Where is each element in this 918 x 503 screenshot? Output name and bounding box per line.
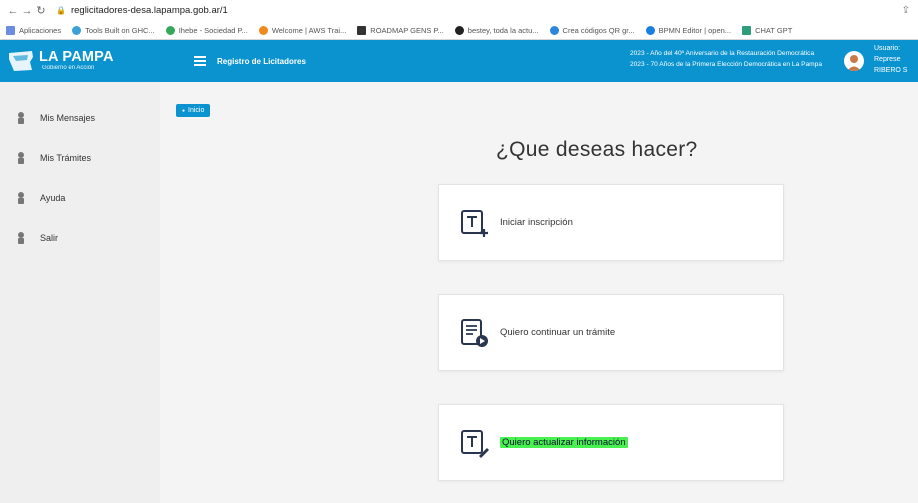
app-header: LA PAMPA Gobierno en Acción Registro de … [0,40,918,82]
card-label: Quiero continuar un trámite [500,327,616,338]
logo-title: LA PAMPA [39,49,114,65]
sidebar-item-label: Salir [40,233,59,243]
file-continue-icon [461,318,488,347]
bookmark-ihebe[interactable]: Ihebe - Sociedad P... [165,25,248,35]
bookmark-aws[interactable]: Welcome | AWS Trai... [258,25,346,35]
lock-icon: 🔒 [56,6,66,15]
sidebar-item-salir[interactable]: Salir [0,218,160,258]
card-continuar-tramite[interactable]: Quiero continuar un trámite [438,294,784,371]
app-title: Registro de Licitadores [217,56,306,66]
logo-subtitle: Gobierno en Acción [42,65,95,71]
bookmark-bestey[interactable]: bestey, toda la actu... [454,25,539,35]
user-info[interactable]: Usuario: Represe RIBERO S [874,43,918,76]
user-name: RIBERO S [874,67,908,74]
card-actualizar-informacion[interactable]: Quiero actualizar información [438,404,784,481]
sidebar-item-ayuda[interactable]: Ayuda [0,178,160,218]
announcement-line-2: 2023 - 70 Años de la Primera Elección De… [629,61,822,68]
bookmark-roadmap[interactable]: ROADMAP GENS P... [357,25,444,35]
user-pin-icon [18,232,24,244]
browser-address-bar: ← → ↻ 🔒 reglicitadores-desa.lapampa.gob.… [0,0,918,21]
announcement-line-1: 2023 - Año del 40º Aniversario de la Res… [629,50,815,57]
la-pampa-logo[interactable]: LA PAMPA Gobierno en Acción [0,40,159,82]
file-edit-icon [461,429,489,458]
share-icon[interactable]: ⇪ [902,5,910,16]
forward-icon[interactable]: → [20,5,34,17]
bookmarks-bar: Aplicaciones Tools Built on GHC... Ihebe… [0,21,918,40]
file-plus-icon [461,209,488,237]
sidebar-item-mis-mensajes[interactable]: Mis Mensajes [0,98,160,138]
user-pin-icon [18,112,24,124]
bookmark-chatgpt[interactable]: CHAT GPT [742,25,792,35]
bookmark-qr[interactable]: Crea códigos QR gr... [549,25,635,35]
card-label: Iniciar inscripción [500,217,573,228]
reload-icon[interactable]: ↻ [34,4,48,17]
sidebar: Mis Mensajes Mis Trámites Ayuda Salir [0,82,160,503]
hamburger-menu-icon[interactable] [194,56,206,66]
url-field[interactable]: 🔒 reglicitadores-desa.lapampa.gob.ar/1 [56,5,228,16]
back-icon[interactable]: ← [6,5,20,17]
bookmark-tools[interactable]: Tools Built on GHC... [72,25,155,35]
bookmark-bpmn[interactable]: BPMN Editor | open... [645,25,731,35]
sidebar-item-label: Mis Trámites [40,153,92,163]
url-text: reglicitadores-desa.lapampa.gob.ar/1 [70,5,228,16]
la-pampa-map-icon [9,51,33,71]
header-announcement: 2023 - Año del 40º Aniversario de la Res… [630,48,822,70]
user-pin-icon [18,152,24,164]
sidebar-item-mis-tramites[interactable]: Mis Trámites [0,138,160,178]
page-title: ¿Que deseas hacer? [496,138,698,161]
sidebar-item-label: Mis Mensajes [40,113,96,123]
user-pin-icon [18,192,24,204]
main-content: Inicio ¿Que deseas hacer? Iniciar inscri… [160,82,918,503]
user-avatar-icon[interactable] [844,51,864,71]
bookmark-apps[interactable]: Aplicaciones [6,25,61,35]
card-iniciar-inscripcion[interactable]: Iniciar inscripción [438,184,784,261]
card-label: Quiero actualizar información [500,437,628,448]
user-label: Usuario: [874,45,901,52]
breadcrumb-inicio[interactable]: Inicio [176,104,211,117]
sidebar-item-label: Ayuda [40,193,66,203]
user-role: Represe [874,56,901,63]
